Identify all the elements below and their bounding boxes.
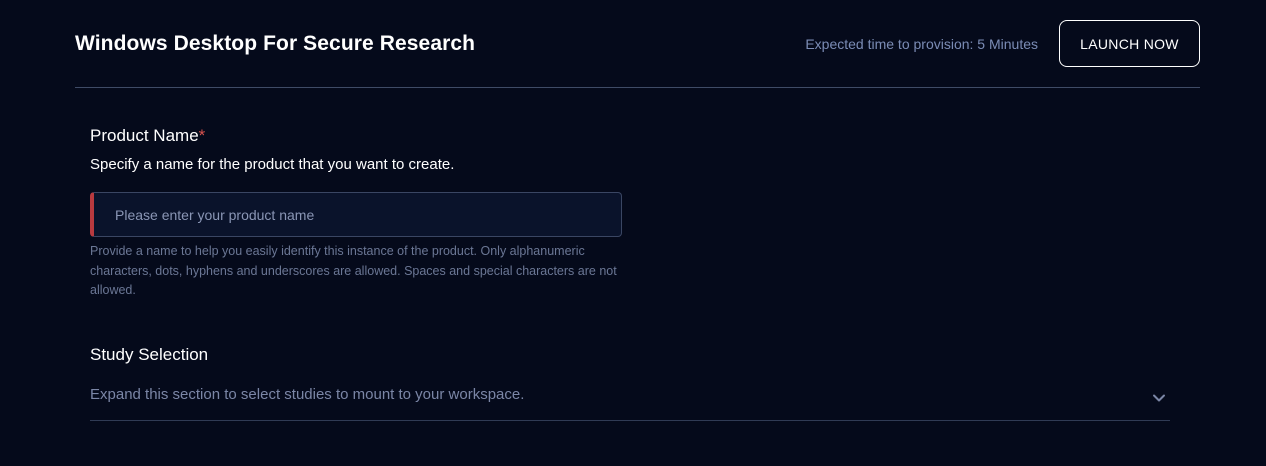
- header-actions: Expected time to provision: 5 Minutes LA…: [805, 20, 1200, 67]
- study-selection-description: Expand this section to select studies to…: [90, 386, 525, 403]
- study-selection-accordion[interactable]: Expand this section to select studies to…: [90, 380, 1170, 421]
- product-name-label: Product Name*: [90, 126, 205, 146]
- product-name-help-text: Provide a name to help you easily identi…: [90, 244, 617, 297]
- page-title: Windows Desktop For Secure Research: [75, 31, 476, 55]
- product-name-label-text: Product Name: [90, 126, 199, 145]
- chevron-down-icon[interactable]: [1150, 389, 1168, 407]
- product-name-input[interactable]: [94, 193, 621, 236]
- product-name-description: Specify a name for the product that you …: [90, 156, 455, 173]
- page-header: Windows Desktop For Secure Research Expe…: [75, 20, 1200, 67]
- required-marker: *: [198, 126, 206, 145]
- header-divider: [75, 87, 1200, 88]
- product-name-field: [90, 192, 622, 237]
- provision-time-text: Expected time to provision: 5 Minutes: [805, 35, 1038, 52]
- study-selection-title: Study Selection: [90, 345, 209, 364]
- launch-now-button[interactable]: LAUNCH NOW: [1059, 20, 1200, 67]
